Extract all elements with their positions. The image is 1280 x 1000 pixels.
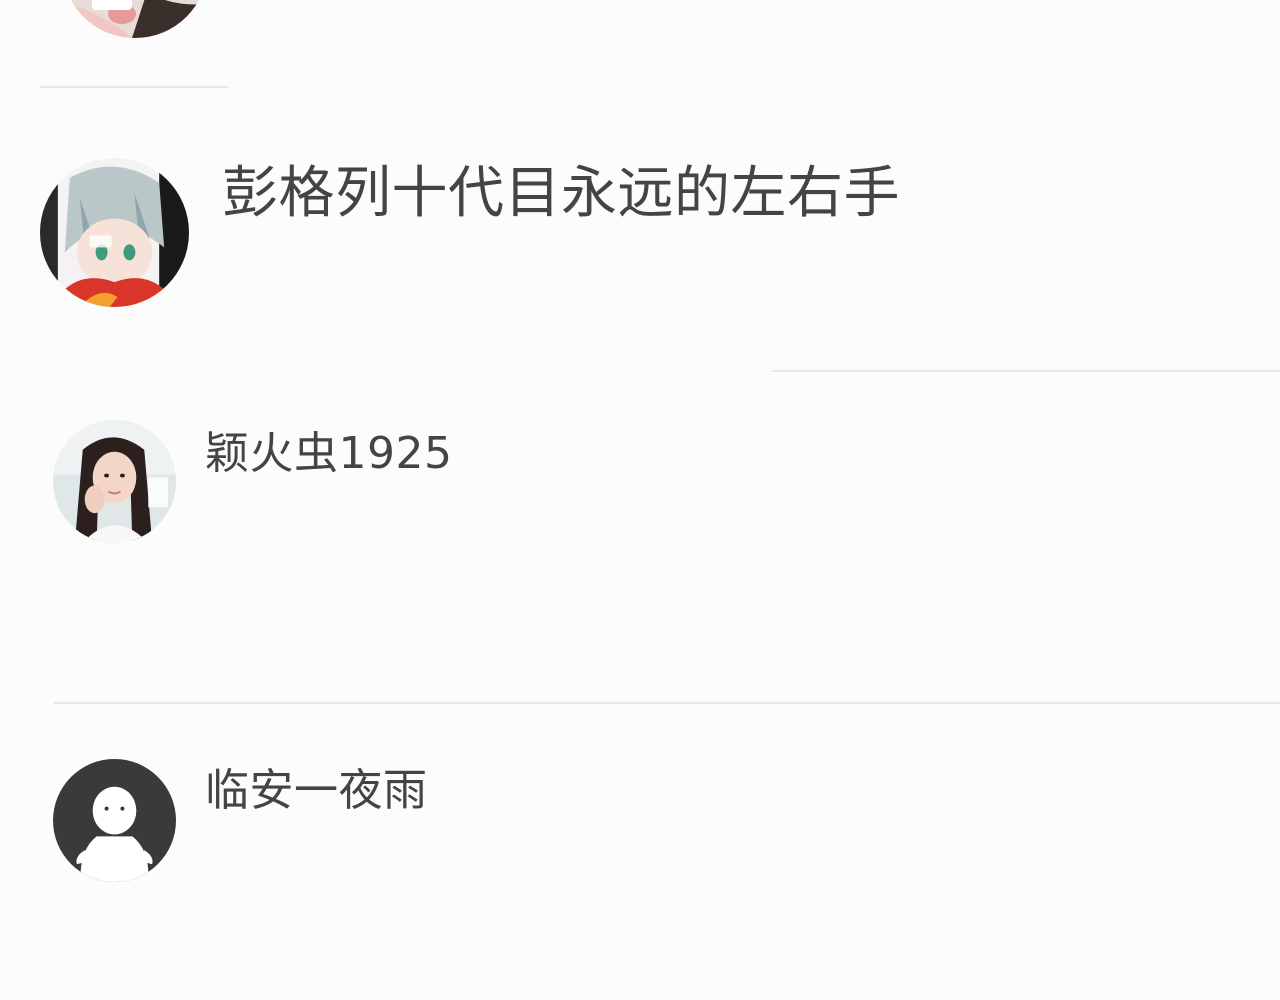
divider [772,370,1280,372]
divider [53,702,1280,704]
photo-avatar-icon [53,420,176,543]
anime-avatar-icon [40,158,189,307]
user-avatar[interactable] [53,759,176,882]
user-name[interactable]: 颖火虫1925 [205,428,452,480]
user-name[interactable]: 临安一夜雨 [205,765,428,817]
user-avatar[interactable] [53,420,176,543]
partial-avatar-icon [62,0,208,38]
user-avatar-partial[interactable] [62,0,208,38]
user-avatar[interactable] [40,158,189,307]
divider [40,86,228,88]
follower-list: 彭格列十代目永远的左右手 颖火虫1925 临安一夜雨 [0,0,1280,1000]
default-avatar-icon [53,759,176,882]
user-name[interactable]: 彭格列十代目永远的左右手 [222,162,900,226]
